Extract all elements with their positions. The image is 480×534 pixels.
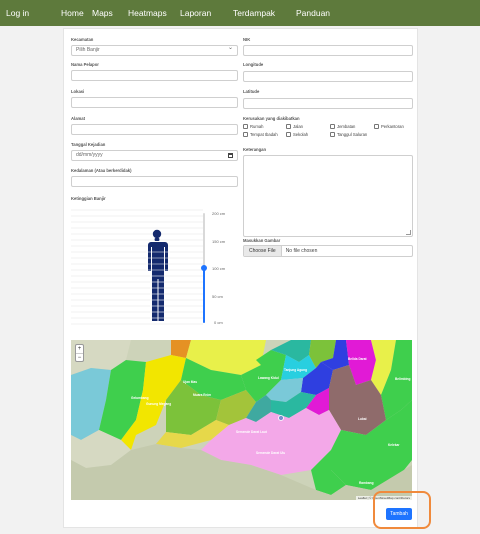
checkbox-label: Tempat Ibadah xyxy=(250,132,278,137)
keterangan-label: Keterangan xyxy=(243,147,267,152)
checkbox-label: Tanggul Saluran xyxy=(337,132,368,137)
region-label: Gelumbang xyxy=(131,396,149,400)
region-label: Gunung Megang xyxy=(146,402,172,406)
region-label: Belida Darat xyxy=(348,357,367,361)
kecamatan-select[interactable]: Pilih Banjir xyxy=(71,44,238,56)
lokasi-input[interactable] xyxy=(71,97,238,108)
latitude-input[interactable] xyxy=(243,98,413,109)
checkbox-jembatan[interactable]: Jembatan xyxy=(330,124,355,129)
alamat-input[interactable] xyxy=(71,124,238,135)
gambar-file-input[interactable]: Choose File No file chosen xyxy=(243,245,413,257)
choose-file-button[interactable]: Choose File xyxy=(244,246,282,256)
region-label: Semende Darat Laut xyxy=(236,430,267,434)
tanggal-kejadian-label: Tanggal Kejadian xyxy=(71,142,106,147)
nav-login-link[interactable]: Log in xyxy=(6,8,29,18)
height-slider-fill xyxy=(203,268,205,323)
nik-input[interactable] xyxy=(243,45,413,56)
nama-pelapor-input[interactable] xyxy=(71,70,238,81)
region-label: Lawang Kidul xyxy=(258,376,279,380)
checkbox-label: Jembatan xyxy=(337,124,356,129)
gambar-label: Masukkan Gambar xyxy=(243,238,281,243)
scale-label-0: 0 cm xyxy=(214,320,223,325)
checkbox-label: Rumah xyxy=(250,124,264,129)
checkbox-rumah[interactable]: Rumah xyxy=(243,124,264,129)
region-label: Tanjung Agung xyxy=(284,368,308,372)
file-status: No file chosen xyxy=(285,248,318,254)
map-zoom-control: + − xyxy=(75,344,84,362)
checkbox-box[interactable] xyxy=(330,132,335,137)
alamat-label: Alamat xyxy=(71,116,85,121)
checkbox-box[interactable] xyxy=(374,124,379,129)
ketinggian-label: Ketinggian Banjir xyxy=(71,196,106,201)
scale-label-100: 100 cm xyxy=(212,266,226,271)
region-label: Semende Darat Ulu xyxy=(256,451,286,455)
height-slider-thumb[interactable] xyxy=(201,265,207,271)
zoom-in-button[interactable]: + xyxy=(76,345,83,354)
checkbox-tempat-ibadah[interactable]: Tempat Ibadah xyxy=(243,132,278,137)
height-ruler xyxy=(71,209,203,325)
checkbox-label: Perkantoran xyxy=(381,124,404,129)
nav-home-link[interactable]: Home xyxy=(61,8,84,18)
highlight-annotation xyxy=(373,491,431,529)
region-label: Rambang xyxy=(359,481,374,485)
checkbox-jalan[interactable]: Jalan xyxy=(286,124,303,129)
checkbox-label: Sekolah xyxy=(293,132,309,137)
lokasi-label: Lokasi xyxy=(71,89,85,94)
top-navbar: Log in Home Maps Heatmaps Laporan Terdam… xyxy=(0,0,480,26)
kerusakan-label: Kerusakan yang diakibatkan xyxy=(243,116,300,121)
longitude-label: Longitude xyxy=(243,62,264,67)
checkbox-box[interactable] xyxy=(286,132,291,137)
region-label: Muara Enim xyxy=(193,393,212,397)
scale-label-50: 50 cm xyxy=(212,294,223,299)
latitude-label: Latitude xyxy=(243,89,260,94)
zoom-out-button[interactable]: − xyxy=(76,354,83,363)
nama-pelapor-label: Nama Pelapor xyxy=(71,62,99,67)
keterangan-textarea[interactable] xyxy=(243,155,413,237)
flood-map[interactable]: Gelumbang Gunung Megang Ujan Mas Muara E… xyxy=(71,340,412,500)
nav-panduan-link[interactable]: Panduan xyxy=(296,8,330,18)
nav-laporan-link[interactable]: Laporan xyxy=(180,8,211,18)
checkbox-box[interactable] xyxy=(243,132,248,137)
date-placeholder: dd/mm/yyyy xyxy=(76,152,103,158)
scale-label-150: 150 cm xyxy=(212,239,226,244)
kedalaman-input[interactable] xyxy=(71,176,238,187)
region-label: Belimbing xyxy=(395,377,411,381)
nav-maps-link[interactable]: Maps xyxy=(92,8,113,18)
nik-label: NIK xyxy=(243,37,251,42)
checkbox-box[interactable] xyxy=(286,124,291,129)
nav-terdampak-link[interactable]: Terdampak xyxy=(233,8,275,18)
person-silhouette-icon xyxy=(148,229,168,321)
calendar-icon[interactable] xyxy=(228,153,233,158)
region-label: Kelekar xyxy=(388,443,400,447)
kedalaman-label: Kedalaman (Atau berkerdidak) xyxy=(71,168,132,173)
nav-heatmaps-link[interactable]: Heatmaps xyxy=(128,8,167,18)
checkbox-box[interactable] xyxy=(243,124,248,129)
checkbox-box[interactable] xyxy=(330,124,335,129)
tanggal-kejadian-input[interactable]: dd/mm/yyyy xyxy=(71,150,238,161)
checkbox-label: Jalan xyxy=(293,124,304,129)
kecamatan-label: Kecamatan xyxy=(71,37,94,42)
longitude-input[interactable] xyxy=(243,71,413,82)
scale-label-200: 200 cm xyxy=(212,211,226,216)
checkbox-tanggul-saluran[interactable]: Tanggul Saluran xyxy=(330,132,367,137)
checkbox-sekolah[interactable]: Sekolah xyxy=(286,132,308,137)
region-label: Ujan Mas xyxy=(183,380,197,384)
region-label: Lubai xyxy=(358,417,367,421)
checkbox-perkantoran[interactable]: Perkantoran xyxy=(374,124,404,129)
